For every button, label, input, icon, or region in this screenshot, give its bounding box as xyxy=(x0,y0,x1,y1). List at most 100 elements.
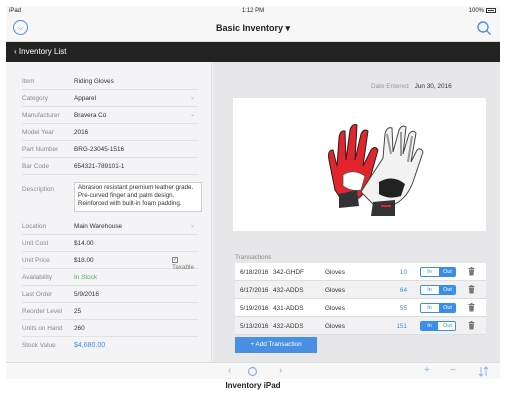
next-button[interactable]: › xyxy=(279,365,282,377)
table-row[interactable]: 6/17/2016 432-ADDS Gloves 64 In Out xyxy=(235,281,486,299)
sort-icon[interactable] xyxy=(479,366,488,377)
field-value: $4,680.00 xyxy=(74,342,106,349)
transactions-title: Transactions xyxy=(235,254,272,261)
checkbox-icon: ✓ xyxy=(172,257,178,264)
status-bar: iPad 1:12 PM 100% xyxy=(6,6,500,16)
table-row[interactable]: 5/13/2016 432-ADDS Gloves 151 In Out xyxy=(235,317,486,335)
field-value: $18.00 xyxy=(74,257,94,264)
chevron-down-icon: ⌄ xyxy=(189,95,195,101)
field-part-number[interactable]: Part Number BRG-23045-1516 xyxy=(22,141,198,158)
minus-icon[interactable]: − xyxy=(450,365,456,377)
field-label: Bar Code xyxy=(22,163,49,170)
trash-icon[interactable] xyxy=(468,285,475,294)
trash-icon[interactable] xyxy=(468,321,475,330)
description-label: Description xyxy=(22,186,54,193)
field-value: Apparel xyxy=(74,95,97,102)
field-unit-price[interactable]: Unit Price $18.00 ✓Taxable xyxy=(22,252,198,271)
field-value: $14.00 xyxy=(74,240,94,247)
field-label: Availability xyxy=(22,274,53,281)
search-icon[interactable] xyxy=(476,20,492,36)
field-manufacturer[interactable]: Manufacturer Bravera Co ⌄ xyxy=(22,107,198,124)
plus-icon[interactable]: + xyxy=(424,365,430,377)
out-segment[interactable]: Out xyxy=(439,322,455,330)
in-segment[interactable]: In xyxy=(421,286,438,294)
transactions-table: 6/18/2016 342-GHDF Gloves 10 In Out 6/17/… xyxy=(235,263,486,335)
nav-bar: ‹ Inventory List xyxy=(6,42,500,62)
field-location[interactable]: Location Main Warehouse ⌄ xyxy=(22,218,198,235)
field-unit-cost[interactable]: Unit Cost $14.00 xyxy=(22,235,198,252)
chevron-down-icon: ⌄ xyxy=(189,112,195,118)
bottom-toolbar: ‹ › + − xyxy=(6,362,500,379)
prev-button[interactable]: ‹ xyxy=(228,365,231,377)
tx-qty: 151 xyxy=(396,323,407,330)
field-value: Main Warehouse xyxy=(74,223,123,230)
tx-part: 432-ADDS xyxy=(273,323,304,330)
tx-qty: 64 xyxy=(399,287,407,294)
field-label: Model Year xyxy=(22,129,54,136)
tx-date: 6/17/2016 xyxy=(240,287,269,294)
field-value: 654321-789101-1 xyxy=(74,163,125,170)
app-title[interactable]: Basic Inventory ▾ xyxy=(6,23,500,34)
description-field[interactable]: Abrasion resistant premium leather grade… xyxy=(74,182,202,212)
in-out-toggle[interactable]: In Out xyxy=(420,321,456,331)
caption: Inventory iPad xyxy=(225,381,281,390)
in-segment[interactable]: In xyxy=(421,322,438,330)
back-button[interactable]: ‹ Inventory List xyxy=(14,47,66,56)
chevron-down-icon: ⌄ xyxy=(189,223,195,229)
field-units-on-hand: Units on Hand 260 xyxy=(22,320,198,337)
tx-part: 342-GHDF xyxy=(273,269,304,276)
tx-date: 6/18/2016 xyxy=(240,269,269,276)
field-value: 25 xyxy=(74,308,82,315)
app-window: iPad 1:12 PM 100% ⌵ Basic Inventory ▾ ‹ … xyxy=(6,6,500,379)
out-segment[interactable]: Out xyxy=(439,286,455,294)
field-item[interactable]: Item Riding Gloves xyxy=(22,73,198,90)
field-value: 260 xyxy=(74,325,85,332)
date-entered: Date Entered Jun 30, 2016 xyxy=(371,83,452,90)
tx-name: Gloves xyxy=(325,287,345,294)
out-segment[interactable]: Out xyxy=(439,268,455,276)
in-out-toggle[interactable]: In Out xyxy=(420,267,456,277)
out-segment[interactable]: Out xyxy=(439,304,455,312)
field-label: Location xyxy=(22,223,47,230)
field-stock-value: Stock Value $4,680.00 xyxy=(22,337,198,354)
trash-icon[interactable] xyxy=(468,267,475,276)
field-label: Units on Hand xyxy=(22,325,63,332)
in-segment[interactable]: In xyxy=(421,268,438,276)
field-label: Unit Price xyxy=(22,257,50,264)
tx-qty: 55 xyxy=(399,305,407,312)
in-out-toggle[interactable]: In Out xyxy=(420,285,456,295)
field-label: Manufacturer xyxy=(22,112,60,119)
battery-status: 100% xyxy=(469,8,496,14)
trash-icon[interactable] xyxy=(468,303,475,312)
add-transaction-button[interactable]: + Add Transaction xyxy=(235,337,317,353)
field-last-order[interactable]: Last Order 5/9/2016 xyxy=(22,286,198,303)
field-bar-code[interactable]: Bar Code 654321-789101-1 xyxy=(22,158,198,175)
in-out-toggle[interactable]: In Out xyxy=(420,303,456,313)
field-label: Item xyxy=(22,78,35,85)
tx-name: Gloves xyxy=(325,323,345,330)
field-availability[interactable]: Availability In Stock xyxy=(22,269,198,286)
field-label: Part Number xyxy=(22,146,59,153)
field-reorder-level[interactable]: Reorder Level 25 xyxy=(22,303,198,320)
tx-date: 5/13/2016 xyxy=(240,323,269,330)
back-label: Inventory List xyxy=(18,47,67,56)
clock: 1:12 PM xyxy=(241,8,265,14)
tx-date: 5/19/2016 xyxy=(240,305,269,312)
table-row[interactable]: 5/19/2016 431-ADDS Gloves 55 In Out xyxy=(235,299,486,317)
field-value: BRG-23045-1516 xyxy=(74,146,125,153)
date-entered-value: Jun 30, 2016 xyxy=(414,83,452,90)
title-bar: ⌵ Basic Inventory ▾ xyxy=(6,16,500,42)
in-segment[interactable]: In xyxy=(421,304,438,312)
field-label: Stock Value xyxy=(22,342,56,349)
refresh-icon[interactable] xyxy=(247,366,258,377)
field-value: 5/9/2016 xyxy=(74,291,99,298)
product-image[interactable] xyxy=(233,98,486,231)
field-model-year[interactable]: Model Year 2016 xyxy=(22,124,198,141)
field-category[interactable]: Category Apparel ⌄ xyxy=(22,90,198,107)
battery-icon xyxy=(486,8,496,13)
field-value: 2016 xyxy=(74,129,89,136)
date-entered-label: Date Entered xyxy=(371,83,409,90)
field-label: Unit Cost xyxy=(22,240,49,247)
table-row[interactable]: 6/18/2016 342-GHDF Gloves 10 In Out xyxy=(235,263,486,281)
glove-illustration xyxy=(328,124,424,216)
